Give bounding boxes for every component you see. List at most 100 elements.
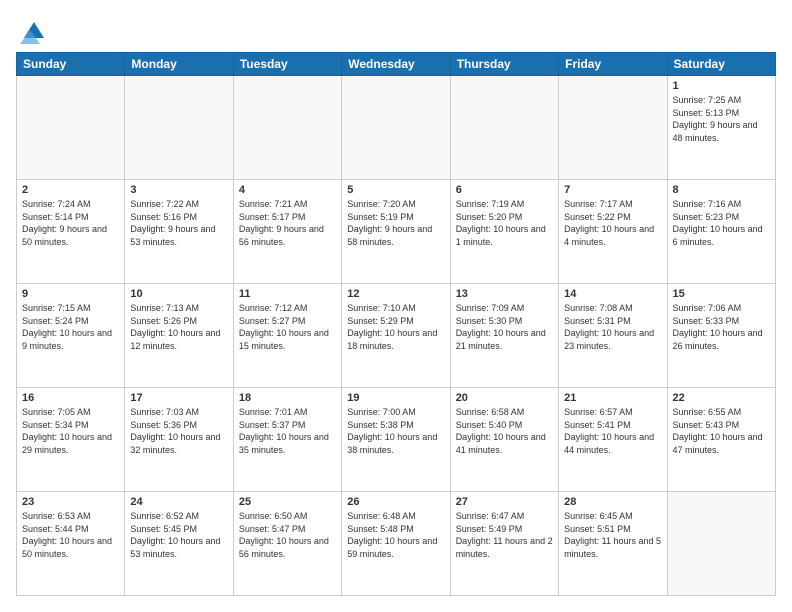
day-cell: 17 Sunrise: 7:03 AMSunset: 5:36 PMDayligh… bbox=[125, 388, 233, 492]
day-info: Sunrise: 7:19 AMSunset: 5:20 PMDaylight:… bbox=[456, 198, 553, 248]
day-number: 11 bbox=[239, 288, 336, 300]
day-cell: 2 Sunrise: 7:24 AMSunset: 5:14 PMDaylight… bbox=[17, 180, 125, 284]
day-cell: 18 Sunrise: 7:01 AMSunset: 5:37 PMDayligh… bbox=[233, 388, 341, 492]
day-info: Sunrise: 7:05 AMSunset: 5:34 PMDaylight:… bbox=[22, 406, 119, 456]
day-cell: 6 Sunrise: 7:19 AMSunset: 5:20 PMDaylight… bbox=[450, 180, 558, 284]
day-info: Sunrise: 7:12 AMSunset: 5:27 PMDaylight:… bbox=[239, 302, 336, 352]
day-cell: 7 Sunrise: 7:17 AMSunset: 5:22 PMDaylight… bbox=[559, 180, 667, 284]
day-cell: 16 Sunrise: 7:05 AMSunset: 5:34 PMDayligh… bbox=[17, 388, 125, 492]
day-cell: 1 Sunrise: 7:25 AMSunset: 5:13 PMDaylight… bbox=[667, 76, 775, 180]
col-header-friday: Friday bbox=[559, 53, 667, 76]
col-header-monday: Monday bbox=[125, 53, 233, 76]
day-info: Sunrise: 7:22 AMSunset: 5:16 PMDaylight:… bbox=[130, 198, 227, 248]
day-info: Sunrise: 6:50 AMSunset: 5:47 PMDaylight:… bbox=[239, 510, 336, 560]
day-number: 24 bbox=[130, 496, 227, 508]
day-info: Sunrise: 7:09 AMSunset: 5:30 PMDaylight:… bbox=[456, 302, 553, 352]
day-cell: 22 Sunrise: 6:55 AMSunset: 5:43 PMDayligh… bbox=[667, 388, 775, 492]
day-number: 26 bbox=[347, 496, 444, 508]
day-cell: 15 Sunrise: 7:06 AMSunset: 5:33 PMDayligh… bbox=[667, 284, 775, 388]
day-cell: 19Sunrise: 7:00 AMSunset: 5:38 PMDayligh… bbox=[342, 388, 450, 492]
col-header-saturday: Saturday bbox=[667, 53, 775, 76]
day-info: Sunrise: 7:20 AMSunset: 5:19 PMDaylight:… bbox=[347, 198, 444, 248]
col-header-thursday: Thursday bbox=[450, 53, 558, 76]
calendar-table: SundayMondayTuesdayWednesdayThursdayFrid… bbox=[16, 52, 776, 596]
day-number: 10 bbox=[130, 288, 227, 300]
day-info: Sunrise: 7:16 AMSunset: 5:23 PMDaylight:… bbox=[673, 198, 770, 248]
day-number: 9 bbox=[22, 288, 119, 300]
day-info: Sunrise: 6:48 AMSunset: 5:48 PMDaylight:… bbox=[347, 510, 444, 560]
day-cell: 28 Sunrise: 6:45 AMSunset: 5:51 PMDayligh… bbox=[559, 492, 667, 596]
week-row-1: 2 Sunrise: 7:24 AMSunset: 5:14 PMDaylight… bbox=[17, 180, 776, 284]
day-number: 17 bbox=[130, 392, 227, 404]
day-cell: 24 Sunrise: 6:52 AMSunset: 5:45 PMDayligh… bbox=[125, 492, 233, 596]
week-row-3: 16 Sunrise: 7:05 AMSunset: 5:34 PMDayligh… bbox=[17, 388, 776, 492]
col-header-wednesday: Wednesday bbox=[342, 53, 450, 76]
week-row-2: 9 Sunrise: 7:15 AMSunset: 5:24 PMDaylight… bbox=[17, 284, 776, 388]
day-info: Sunrise: 7:13 AMSunset: 5:26 PMDaylight:… bbox=[130, 302, 227, 352]
day-cell bbox=[233, 76, 341, 180]
day-cell: 21 Sunrise: 6:57 AMSunset: 5:41 PMDayligh… bbox=[559, 388, 667, 492]
day-number: 4 bbox=[239, 184, 336, 196]
day-number: 13 bbox=[456, 288, 553, 300]
day-number: 5 bbox=[347, 184, 444, 196]
day-number: 7 bbox=[564, 184, 661, 196]
day-info: Sunrise: 6:57 AMSunset: 5:41 PMDaylight:… bbox=[564, 406, 661, 456]
day-number: 6 bbox=[456, 184, 553, 196]
day-cell bbox=[559, 76, 667, 180]
day-info: Sunrise: 7:21 AMSunset: 5:17 PMDaylight:… bbox=[239, 198, 336, 248]
day-cell bbox=[17, 76, 125, 180]
day-cell bbox=[342, 76, 450, 180]
day-info: Sunrise: 6:52 AMSunset: 5:45 PMDaylight:… bbox=[130, 510, 227, 560]
week-row-4: 23 Sunrise: 6:53 AMSunset: 5:44 PMDayligh… bbox=[17, 492, 776, 596]
day-cell bbox=[450, 76, 558, 180]
day-number: 27 bbox=[456, 496, 553, 508]
day-info: Sunrise: 7:24 AMSunset: 5:14 PMDaylight:… bbox=[22, 198, 119, 248]
header bbox=[16, 16, 776, 44]
day-number: 22 bbox=[673, 392, 770, 404]
day-cell: 8 Sunrise: 7:16 AMSunset: 5:23 PMDaylight… bbox=[667, 180, 775, 284]
day-info: Sunrise: 7:06 AMSunset: 5:33 PMDaylight:… bbox=[673, 302, 770, 352]
week-row-0: 1 Sunrise: 7:25 AMSunset: 5:13 PMDaylight… bbox=[17, 76, 776, 180]
day-number: 28 bbox=[564, 496, 661, 508]
day-number: 23 bbox=[22, 496, 119, 508]
day-cell: 5 Sunrise: 7:20 AMSunset: 5:19 PMDaylight… bbox=[342, 180, 450, 284]
day-number: 18 bbox=[239, 392, 336, 404]
day-info: Sunrise: 6:47 AMSunset: 5:49 PMDaylight:… bbox=[456, 510, 553, 560]
day-cell: 23 Sunrise: 6:53 AMSunset: 5:44 PMDayligh… bbox=[17, 492, 125, 596]
logo bbox=[16, 16, 48, 44]
day-info: Sunrise: 7:01 AMSunset: 5:37 PMDaylight:… bbox=[239, 406, 336, 456]
day-number: 16 bbox=[22, 392, 119, 404]
day-info: Sunrise: 7:10 AMSunset: 5:29 PMDaylight:… bbox=[347, 302, 444, 352]
day-cell bbox=[125, 76, 233, 180]
day-info: Sunrise: 7:17 AMSunset: 5:22 PMDaylight:… bbox=[564, 198, 661, 248]
day-cell: 26 Sunrise: 6:48 AMSunset: 5:48 PMDayligh… bbox=[342, 492, 450, 596]
day-number: 19 bbox=[347, 392, 444, 404]
day-number: 8 bbox=[673, 184, 770, 196]
day-info: Sunrise: 7:25 AMSunset: 5:13 PMDaylight:… bbox=[673, 94, 770, 144]
day-cell: 12 Sunrise: 7:10 AMSunset: 5:29 PMDayligh… bbox=[342, 284, 450, 388]
day-info: Sunrise: 6:55 AMSunset: 5:43 PMDaylight:… bbox=[673, 406, 770, 456]
day-number: 2 bbox=[22, 184, 119, 196]
day-info: Sunrise: 7:03 AMSunset: 5:36 PMDaylight:… bbox=[130, 406, 227, 456]
day-info: Sunrise: 7:08 AMSunset: 5:31 PMDaylight:… bbox=[564, 302, 661, 352]
page: SundayMondayTuesdayWednesdayThursdayFrid… bbox=[0, 0, 792, 612]
day-cell: 14 Sunrise: 7:08 AMSunset: 5:31 PMDayligh… bbox=[559, 284, 667, 388]
day-number: 15 bbox=[673, 288, 770, 300]
day-cell: 4 Sunrise: 7:21 AMSunset: 5:17 PMDaylight… bbox=[233, 180, 341, 284]
day-cell: 27 Sunrise: 6:47 AMSunset: 5:49 PMDayligh… bbox=[450, 492, 558, 596]
day-cell: 13 Sunrise: 7:09 AMSunset: 5:30 PMDayligh… bbox=[450, 284, 558, 388]
day-number: 21 bbox=[564, 392, 661, 404]
day-info: Sunrise: 7:15 AMSunset: 5:24 PMDaylight:… bbox=[22, 302, 119, 352]
day-number: 25 bbox=[239, 496, 336, 508]
day-number: 1 bbox=[673, 80, 770, 92]
day-cell: 9 Sunrise: 7:15 AMSunset: 5:24 PMDaylight… bbox=[17, 284, 125, 388]
col-header-tuesday: Tuesday bbox=[233, 53, 341, 76]
day-cell: 25 Sunrise: 6:50 AMSunset: 5:47 PMDayligh… bbox=[233, 492, 341, 596]
day-number: 12 bbox=[347, 288, 444, 300]
day-info: Sunrise: 6:53 AMSunset: 5:44 PMDaylight:… bbox=[22, 510, 119, 560]
day-cell bbox=[667, 492, 775, 596]
day-info: Sunrise: 6:58 AMSunset: 5:40 PMDaylight:… bbox=[456, 406, 553, 456]
day-info: Sunrise: 6:45 AMSunset: 5:51 PMDaylight:… bbox=[564, 510, 661, 560]
day-number: 14 bbox=[564, 288, 661, 300]
day-cell: 20Sunrise: 6:58 AMSunset: 5:40 PMDayligh… bbox=[450, 388, 558, 492]
